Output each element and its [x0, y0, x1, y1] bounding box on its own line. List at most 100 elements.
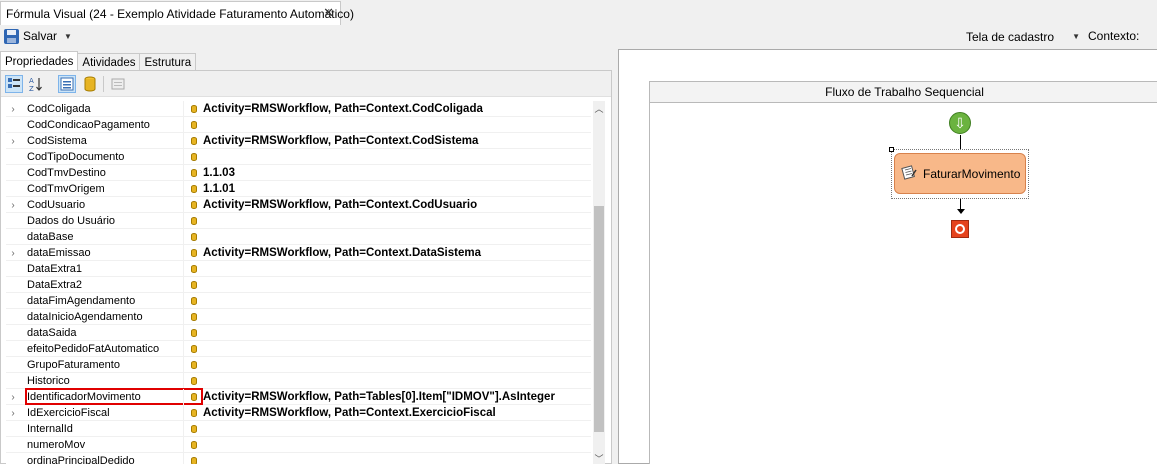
property-row[interactable]: efeitoPedidoFatAutomatico — [6, 341, 591, 357]
chevron-down-icon[interactable]: ▼ — [64, 32, 72, 41]
vertical-scrollbar[interactable]: ︿ ﹀ — [593, 101, 605, 464]
property-row[interactable]: CodTmvOrigem 1.1.01 — [6, 181, 591, 197]
database-icon[interactable] — [191, 185, 197, 193]
property-row[interactable]: dataBase — [6, 229, 591, 245]
notepad-icon — [901, 164, 917, 183]
database-icon[interactable] — [191, 425, 197, 433]
property-row[interactable]: › CodSistema Activity=RMSWorkflow, Path=Co… — [6, 133, 591, 149]
database-icon[interactable] — [191, 201, 197, 209]
property-row[interactable]: › IdentificadorMovimento Activity=RMSWorkf… — [6, 388, 591, 405]
property-value[interactable]: 1.1.03 — [203, 165, 235, 181]
database-icon[interactable] — [191, 393, 197, 401]
database-icon[interactable] — [191, 313, 197, 321]
property-value[interactable]: 1.1.01 — [203, 181, 235, 197]
activity-faturar-movimento[interactable]: FaturarMovimento — [894, 153, 1026, 194]
sequential-workflow[interactable]: Fluxo de Trabalho Sequencial ⇩ FaturarMo… — [649, 81, 1157, 464]
property-row[interactable]: › IdExercicioFiscal Activity=RMSWorkflow, … — [6, 405, 591, 421]
properties-view-icon[interactable] — [58, 75, 76, 93]
property-row[interactable]: Historico — [6, 373, 591, 389]
property-row[interactable]: ordinaPrincipalDedido — [6, 453, 591, 464]
property-row[interactable]: CodCondicaoPagamento — [6, 117, 591, 133]
property-value[interactable]: Activity=RMSWorkflow, Path=Context.DataS… — [203, 245, 481, 261]
scrollbar-thumb[interactable] — [594, 206, 604, 432]
tab-atividades[interactable]: Atividades — [77, 53, 141, 71]
database-icon[interactable] — [191, 105, 197, 113]
property-row[interactable]: › dataEmissao Activity=RMSWorkflow, Path=C… — [6, 245, 591, 261]
svg-text:Z: Z — [29, 85, 34, 92]
database-icon[interactable] — [191, 297, 197, 305]
property-value[interactable]: Activity=RMSWorkflow, Path=Context.Exerc… — [203, 405, 496, 421]
chevron-up-icon[interactable]: ︿ — [593, 101, 605, 115]
column-separator — [183, 341, 184, 357]
chevron-right-icon[interactable]: › — [7, 405, 19, 421]
property-row[interactable]: DataExtra1 — [6, 261, 591, 277]
property-row[interactable]: InternalId — [6, 421, 591, 437]
database-icon[interactable] — [191, 217, 197, 225]
database-icon[interactable] — [191, 345, 197, 353]
chevron-right-icon[interactable]: › — [7, 245, 19, 261]
property-row[interactable]: › CodColigada Activity=RMSWorkflow, Path=C… — [6, 101, 591, 117]
property-row[interactable]: dataInicioAgendamento — [6, 309, 591, 325]
database-icon[interactable] — [191, 249, 197, 257]
database-icon[interactable] — [191, 169, 197, 177]
property-name: dataEmissao — [27, 247, 91, 259]
property-row[interactable]: DataExtra2 — [6, 277, 591, 293]
database-icon[interactable] — [191, 441, 197, 449]
column-separator — [183, 405, 184, 421]
selection-handle[interactable] — [889, 147, 894, 152]
property-row[interactable]: dataFimAgendamento — [6, 293, 591, 309]
column-separator — [183, 101, 184, 117]
main-toolbar: Salvar ▼ Tela de cadastro ▼ Contexto: — [0, 25, 1157, 47]
property-value[interactable]: Activity=RMSWorkflow, Path=Context.CodUs… — [203, 197, 477, 213]
property-row[interactable]: › CodUsuario Activity=RMSWorkflow, Path=Co… — [6, 197, 591, 213]
property-value[interactable]: Activity=RMSWorkflow, Path=Tables[0].Ite… — [203, 389, 555, 405]
column-separator — [183, 357, 184, 373]
database-icon[interactable] — [191, 409, 197, 417]
view-select[interactable]: Tela de cadastro ▼ — [962, 27, 1084, 46]
svg-text:A: A — [29, 77, 34, 85]
property-row[interactable]: numeroMov — [6, 437, 591, 453]
database-icon[interactable] — [81, 75, 99, 93]
chevron-right-icon[interactable]: › — [7, 389, 19, 405]
property-name: IdExercicioFiscal — [27, 407, 110, 419]
database-icon[interactable] — [191, 377, 197, 385]
database-icon[interactable] — [191, 281, 197, 289]
chevron-down-icon[interactable]: ﹀ — [593, 451, 605, 464]
property-row[interactable]: Dados do Usuário — [6, 213, 591, 229]
property-value[interactable]: Activity=RMSWorkflow, Path=Context.CodSi… — [203, 133, 478, 149]
database-icon[interactable] — [191, 265, 197, 273]
workflow-header: Fluxo de Trabalho Sequencial — [650, 82, 1157, 103]
close-icon[interactable]: ✕ — [323, 6, 334, 20]
database-icon[interactable] — [191, 457, 197, 464]
property-name: CodSistema — [27, 135, 87, 147]
sort-alphabetical-icon[interactable]: AZ — [27, 75, 45, 93]
document-tab[interactable]: Fórmula Visual (24 - Exemplo Atividade F… — [0, 1, 354, 25]
property-grid-toolbar: AZ — [1, 71, 611, 97]
app-window: Fórmula Visual (24 - Exemplo Atividade F… — [0, 0, 1157, 464]
property-value[interactable]: Activity=RMSWorkflow, Path=Context.CodCo… — [203, 101, 483, 117]
database-icon[interactable] — [191, 121, 197, 129]
chevron-right-icon[interactable]: › — [7, 197, 19, 213]
categorized-icon[interactable] — [5, 75, 23, 93]
property-row[interactable]: CodTipoDocumento — [6, 149, 591, 165]
property-row[interactable]: GrupoFaturamento — [6, 357, 591, 373]
property-name: InternalId — [27, 423, 73, 435]
database-icon[interactable] — [191, 329, 197, 337]
database-icon[interactable] — [191, 137, 197, 145]
property-row[interactable]: CodTmvDestino 1.1.03 — [6, 165, 591, 181]
chevron-right-icon[interactable]: › — [7, 101, 19, 117]
save-button[interactable]: Salvar ▼ — [4, 27, 72, 45]
tab-propriedades[interactable]: Propriedades — [0, 51, 79, 71]
property-name: dataSaida — [27, 327, 77, 339]
property-row[interactable]: dataSaida — [6, 325, 591, 341]
tab-estrutura[interactable]: Estrutura — [139, 53, 197, 71]
database-icon[interactable] — [191, 153, 197, 161]
chevron-right-icon[interactable]: › — [7, 133, 19, 149]
property-pages-icon[interactable] — [109, 75, 127, 93]
database-icon[interactable] — [191, 361, 197, 369]
database-icon[interactable] — [191, 233, 197, 241]
